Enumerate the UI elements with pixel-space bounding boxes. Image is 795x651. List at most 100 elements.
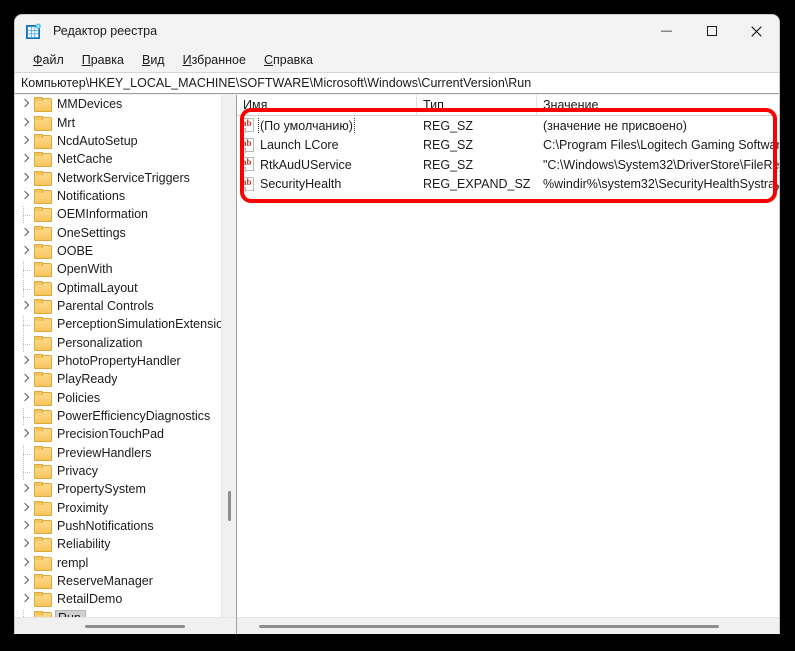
column-header-type[interactable]: Тип (417, 95, 537, 115)
minimize-button[interactable]: — (644, 15, 689, 47)
menu-edit[interactable]: Правка (73, 51, 133, 69)
cell-type: REG_SZ (423, 118, 474, 133)
tree-item-label: NetworkServiceTriggers (57, 170, 190, 185)
tree-vertical-scroll-thumb[interactable] (228, 491, 231, 521)
chevron-right-icon[interactable] (18, 151, 34, 167)
tree-horizontal-scrollbar[interactable] (15, 617, 236, 634)
chevron-right-icon[interactable] (18, 371, 34, 387)
tree-item-reliability[interactable]: Reliability (15, 535, 221, 553)
column-header-name[interactable]: Имя (237, 95, 417, 115)
chevron-right-icon[interactable] (18, 500, 34, 516)
chevron-right-icon[interactable] (18, 96, 34, 112)
folder-icon (34, 243, 52, 259)
table-row[interactable]: ab SecurityHealth REG_EXPAND_SZ %windir%\sy… (237, 175, 779, 195)
cell-value: %windir%\system32\SecurityHealthSystray.… (543, 177, 779, 192)
window-title: Редактор реестра (53, 24, 158, 38)
chevron-right-icon[interactable] (18, 591, 34, 607)
menu-help[interactable]: Справка (255, 51, 322, 69)
maximize-button[interactable] (689, 15, 734, 47)
chevron-right-icon[interactable] (18, 573, 34, 589)
tree-item-label: PreviewHandlers (57, 445, 152, 460)
menu-favorites[interactable]: Избранное (174, 51, 255, 69)
folder-icon (34, 574, 52, 590)
tree-item-rempl[interactable]: rempl (15, 554, 221, 572)
tree-item-photopropertyhandler[interactable]: PhotoPropertyHandler (15, 352, 221, 370)
string-value-icon: ab (241, 157, 255, 173)
tree-line-icon (18, 334, 34, 353)
tree-vertical-scrollbar[interactable] (221, 95, 236, 617)
tree-item-oobe[interactable]: OOBE (15, 242, 221, 260)
chevron-right-icon[interactable] (18, 170, 34, 186)
table-row[interactable]: ab (По умолчанию) REG_SZ (значение не присв… (237, 116, 779, 136)
tree-item-playready[interactable]: PlayReady (15, 370, 221, 388)
tree-item-optimallayout[interactable]: OptimalLayout (15, 278, 221, 298)
tree-item-retaildemo[interactable]: RetailDemo (15, 590, 221, 608)
tree-item-notifications[interactable]: Notifications (15, 187, 221, 205)
cell-value: C:\Program Files\Logitech Gaming Softwar… (543, 138, 779, 153)
tree-item-perceptionsimulationextension[interactable]: PerceptionSimulationExtension (15, 315, 221, 335)
title-bar[interactable]: Редактор реестра — (15, 15, 779, 47)
chevron-right-icon[interactable] (18, 298, 34, 314)
menu-view[interactable]: Вид (133, 51, 174, 69)
tree-item-label: Parental Controls (57, 298, 154, 313)
menu-file[interactable]: Файл (24, 51, 73, 69)
tree-horizontal-scroll-thumb[interactable] (85, 625, 185, 628)
tree-item-previewhandlers[interactable]: PreviewHandlers (15, 444, 221, 463)
folder-icon (34, 482, 52, 498)
tree-item-propertysystem[interactable]: PropertySystem (15, 480, 221, 498)
chevron-right-icon[interactable] (18, 518, 34, 534)
chevron-right-icon[interactable] (18, 555, 34, 571)
values-horizontal-scrollbar[interactable] (237, 617, 779, 634)
chevron-right-icon[interactable] (18, 353, 34, 369)
folder-icon (34, 225, 52, 241)
window-controls: — (644, 15, 779, 47)
tree-item-networkservicetriggers[interactable]: NetworkServiceTriggers (15, 168, 221, 186)
folder-icon (34, 207, 52, 223)
tree-item-oeminformation[interactable]: OEMInformation (15, 205, 221, 225)
close-button[interactable] (734, 15, 779, 47)
tree-item-powerefficiencydiagnostics[interactable]: PowerEfficiencyDiagnostics (15, 407, 221, 427)
tree-item-mmdevices[interactable]: MMDevices (15, 95, 221, 113)
tree-item-run[interactable]: Run (15, 609, 221, 617)
tree-item-openwith[interactable]: OpenWith (15, 260, 221, 280)
tree-item-ncdautosetup[interactable]: NcdAutoSetup (15, 132, 221, 150)
chevron-right-icon[interactable] (18, 426, 34, 442)
tree-item-netcache[interactable]: NetCache (15, 150, 221, 168)
value-name-label: RtkAudUService (260, 157, 352, 172)
tree-item-label: NcdAutoSetup (57, 133, 138, 148)
tree-item-personalization[interactable]: Personalization (15, 333, 221, 353)
chevron-right-icon[interactable] (18, 188, 34, 204)
tree-item-privacy[interactable]: Privacy (15, 462, 221, 482)
chevron-right-icon[interactable] (18, 243, 34, 259)
column-header-value[interactable]: Значение (537, 95, 779, 115)
chevron-right-icon[interactable] (18, 390, 34, 406)
folder-icon (34, 464, 52, 480)
values-horizontal-scroll-thumb[interactable] (259, 625, 719, 628)
chevron-right-icon[interactable] (18, 225, 34, 241)
tree-item-proximity[interactable]: Proximity (15, 499, 221, 517)
tree-item-precisiontouchpad[interactable]: PrecisionTouchPad (15, 425, 221, 443)
registry-editor-window: Редактор реестра — Файл Правка Вид Избра… (14, 14, 780, 634)
table-row[interactable]: ab Launch LCore REG_SZ C:\Program Files\Log… (237, 136, 779, 156)
tree-item-onesettings[interactable]: OneSettings (15, 223, 221, 241)
tree-item-policies[interactable]: Policies (15, 389, 221, 407)
chevron-right-icon[interactable] (18, 481, 34, 497)
address-bar[interactable]: Компьютер\HKEY_LOCAL_MACHINE\SOFTWARE\Mi… (15, 72, 779, 94)
tree-line-icon (18, 316, 34, 335)
tree-item-parental-controls[interactable]: Parental Controls (15, 297, 221, 315)
values-list[interactable]: ab (По умолчанию) REG_SZ (значение не присв… (237, 116, 779, 617)
folder-icon (34, 97, 52, 113)
folder-icon (34, 390, 52, 406)
tree-item-pushnotifications[interactable]: PushNotifications (15, 517, 221, 535)
chevron-right-icon[interactable] (18, 536, 34, 552)
tree-item-reservemanager[interactable]: ReserveManager (15, 572, 221, 590)
registry-editor-icon (26, 23, 42, 39)
registry-tree[interactable]: MMDevices Mrt NcdAutoSetup NetCache NetworkS… (15, 95, 221, 617)
chevron-right-icon[interactable] (18, 133, 34, 149)
chevron-right-icon[interactable] (18, 115, 34, 131)
tree-item-label: PerceptionSimulationExtension (57, 317, 221, 332)
table-row[interactable]: ab RtkAudUService REG_SZ "C:\Windows\System… (237, 155, 779, 175)
tree-item-mrt[interactable]: Mrt (15, 113, 221, 131)
tree-item-label: PropertySystem (57, 482, 146, 497)
tree-item-label: MMDevices (57, 97, 123, 112)
